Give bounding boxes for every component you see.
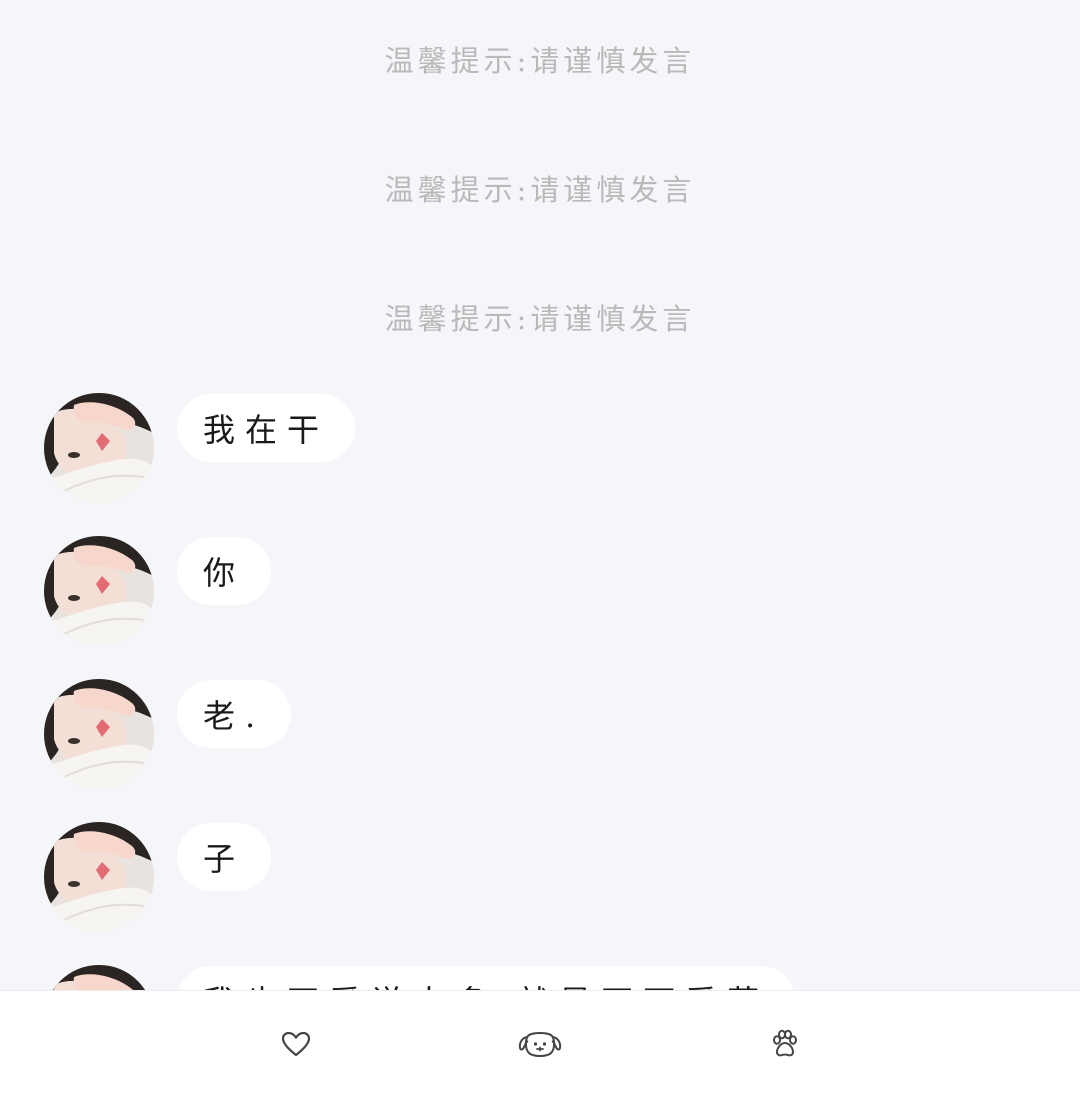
avatar[interactable]: [44, 393, 154, 503]
avatar[interactable]: [44, 679, 154, 789]
notice-text: 温馨提示:请谨慎发言: [384, 44, 696, 78]
heart-icon: [281, 1031, 311, 1061]
notice-text: 温馨提示:请谨慎发言: [384, 173, 696, 207]
tab-paw[interactable]: [757, 1024, 813, 1068]
tab-like[interactable]: [268, 1024, 324, 1068]
tab-pet[interactable]: [512, 1024, 568, 1068]
notice-text: 温馨提示:请谨慎发言: [384, 302, 696, 336]
message-bubble[interactable]: 我在干: [177, 394, 356, 462]
message-bubble[interactable]: 子: [177, 823, 272, 891]
message-bubble[interactable]: 我也不爱说太多 就是不可爱荣: [177, 966, 796, 990]
message-bubble[interactable]: 你: [177, 537, 272, 605]
paw-icon: [770, 1029, 800, 1063]
avatar[interactable]: [44, 822, 154, 932]
message-bubble[interactable]: 老.: [177, 680, 292, 748]
avatar[interactable]: [44, 536, 154, 646]
avatar[interactable]: [44, 965, 154, 990]
chat-area[interactable]: 温馨提示:请谨慎发言 温馨提示:请谨慎发言 温馨提示:请谨慎发言 我在干 你 老…: [0, 0, 1080, 990]
bottom-tab-bar: [0, 990, 1080, 1120]
dog-face-icon: [517, 1029, 563, 1063]
